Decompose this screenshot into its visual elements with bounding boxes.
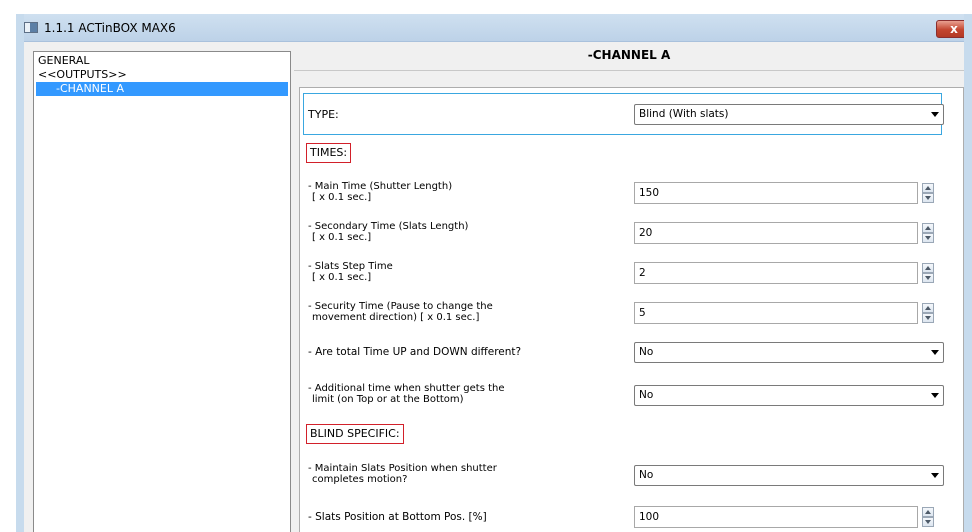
spin-up-icon[interactable] [922,263,934,273]
security-time-row: - Security Time (Pause to change the mov… [300,298,960,328]
tree-item-general[interactable]: GENERAL [36,54,90,68]
panel-title: -CHANNEL A [587,48,671,62]
spin-up-icon[interactable] [922,223,934,233]
spin-up-icon[interactable] [922,183,934,193]
total-time-select[interactable]: No [634,342,944,363]
slats-bottom-input[interactable]: 100 [634,506,918,528]
additional-time-label: - Additional time when shutter gets the … [308,383,505,405]
secondary-time-input[interactable]: 20 [634,222,918,244]
spin-down-icon[interactable] [922,273,934,283]
chevron-down-icon[interactable] [931,473,939,478]
blind-specific-section-header: BLIND SPECIFIC: [306,424,404,444]
main-time-row: - Main Time (Shutter Length) [ x 0.1 sec… [300,178,960,208]
slats-step-stepper[interactable] [922,263,934,283]
additional-time-select[interactable]: No [634,385,944,406]
spin-down-icon[interactable] [922,517,934,527]
chevron-down-icon[interactable] [931,393,939,398]
maintain-slats-label: - Maintain Slats Position when shutter c… [308,463,497,485]
title-bar[interactable]: 1.1.1 ACTinBOX MAX6 x [16,14,972,42]
maintain-slats-row: - Maintain Slats Position when shutter c… [300,458,960,492]
slats-step-input[interactable]: 2 [634,262,918,284]
spin-up-icon[interactable] [922,507,934,517]
security-time-stepper[interactable] [922,303,934,323]
secondary-time-label: - Secondary Time (Slats Length) [ x 0.1 … [308,221,469,243]
security-time-input[interactable]: 5 [634,302,918,324]
times-section-header: TIMES: [306,143,352,163]
total-time-row: - Are total Time UP and DOWN different? … [300,338,960,368]
main-time-stepper[interactable] [922,183,934,203]
total-time-label: - Are total Time UP and DOWN different? [308,346,522,358]
app-window: 1.1.1 ACTinBOX MAX6 x GENERAL <<OUTPUTS>… [0,0,972,532]
window-title: 1.1.1 ACTinBOX MAX6 [44,21,176,35]
additional-time-row: - Additional time when shutter gets the … [300,378,960,412]
main-time-input[interactable]: 150 [634,182,918,204]
secondary-time-row: - Secondary Time (Slats Length) [ x 0.1 … [300,218,960,248]
parameter-panel: TYPE: Blind (With slats) TIMES: - Main T… [299,87,964,532]
slats-bottom-label: - Slats Position at Bottom Pos. [%] [308,511,487,523]
tree-item-outputs[interactable]: <<OUTPUTS>> [36,68,127,82]
slats-bottom-stepper[interactable] [922,507,934,527]
type-row: TYPE: Blind (With slats) [300,93,960,135]
maintain-slats-select[interactable]: No [634,465,944,486]
app-icon [24,22,38,33]
spin-down-icon[interactable] [922,313,934,323]
slats-step-label: - Slats Step Time [ x 0.1 sec.] [308,261,393,283]
type-select[interactable]: Blind (With slats) [634,104,944,125]
type-label: TYPE: [308,108,339,121]
tree-item-channel-a[interactable]: -CHANNEL A [36,82,288,96]
chevron-down-icon[interactable] [931,112,939,117]
dialog-client: GENERAL <<OUTPUTS>> -CHANNEL A -CHANNEL … [24,42,964,532]
spin-up-icon[interactable] [922,303,934,313]
secondary-time-stepper[interactable] [922,223,934,243]
main-time-label: - Main Time (Shutter Length) [ x 0.1 sec… [308,181,453,203]
slats-bottom-row: - Slats Position at Bottom Pos. [%] 100 [300,502,960,532]
spin-down-icon[interactable] [922,193,934,203]
divider [294,70,964,71]
security-time-label: - Security Time (Pause to change the mov… [308,301,493,323]
navigation-tree: GENERAL <<OUTPUTS>> -CHANNEL A [33,51,291,532]
slats-step-row: - Slats Step Time [ x 0.1 sec.] 2 [300,258,960,288]
spin-down-icon[interactable] [922,233,934,243]
chevron-down-icon[interactable] [931,350,939,355]
